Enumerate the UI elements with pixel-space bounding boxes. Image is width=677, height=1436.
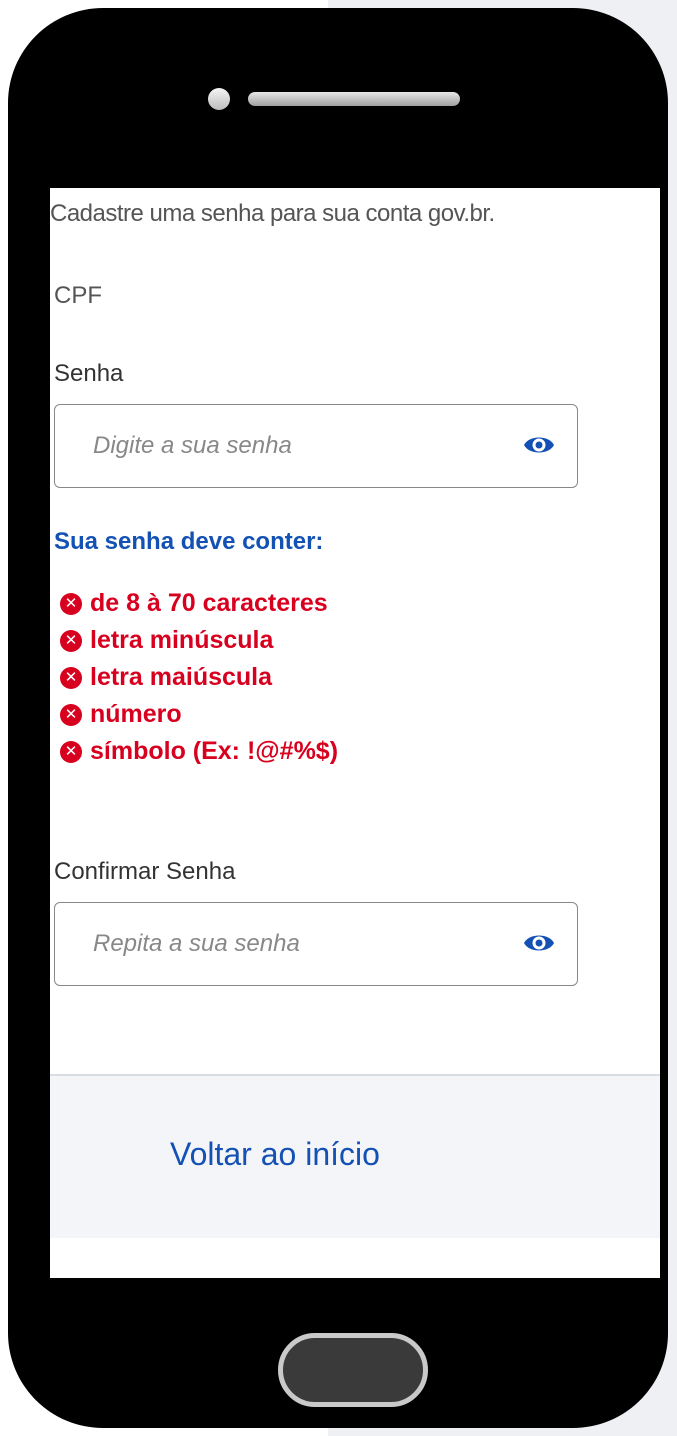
x-circle-icon: ✕ xyxy=(60,666,82,689)
requirement-label: letra minúscula xyxy=(90,626,274,654)
camera-dot xyxy=(208,88,230,110)
back-to-start-link[interactable]: Voltar ao início xyxy=(170,1136,380,1173)
x-circle-icon: ✕ xyxy=(60,629,82,652)
requirement-label: símbolo (Ex: !@#%$) xyxy=(90,737,339,765)
home-button xyxy=(278,1333,428,1407)
phone-frame: Cadastre uma senha para sua conta gov.br… xyxy=(8,8,668,1428)
phone-screen: Cadastre uma senha para sua conta gov.br… xyxy=(50,188,660,1278)
speaker-slot xyxy=(248,92,460,106)
list-item: ✕ número xyxy=(60,696,338,733)
requirement-label: letra maiúscula xyxy=(90,663,273,691)
list-item: ✕ símbolo (Ex: !@#%$) xyxy=(60,733,338,770)
list-item: ✕ letra maiúscula xyxy=(60,659,338,696)
requirement-label: número xyxy=(90,700,182,728)
confirm-password-placeholder: Repita a sua senha xyxy=(93,930,300,957)
intro-text: Cadastre uma senha para sua conta gov.br… xyxy=(50,200,495,227)
confirm-password-label: Confirmar Senha xyxy=(54,858,236,885)
eye-icon[interactable] xyxy=(523,433,555,457)
confirm-password-field[interactable]: Repita a sua senha xyxy=(54,902,578,986)
x-circle-icon: ✕ xyxy=(60,592,82,615)
list-item: ✕ letra minúscula xyxy=(60,622,338,659)
x-circle-icon: ✕ xyxy=(60,703,82,726)
requirements-title: Sua senha deve conter: xyxy=(54,528,324,555)
requirement-label: de 8 à 70 caracteres xyxy=(90,589,328,617)
password-label: Senha xyxy=(54,360,124,387)
password-placeholder: Digite a sua senha xyxy=(93,432,292,459)
cpf-label: CPF xyxy=(54,282,102,309)
requirements-list: ✕ de 8 à 70 caracteres ✕ letra minúscula… xyxy=(60,585,338,770)
password-field[interactable]: Digite a sua senha xyxy=(54,404,578,488)
list-item: ✕ de 8 à 70 caracteres xyxy=(60,585,338,622)
footer: Voltar ao início xyxy=(50,1076,660,1238)
x-circle-icon: ✕ xyxy=(60,740,82,763)
eye-icon[interactable] xyxy=(523,931,555,955)
